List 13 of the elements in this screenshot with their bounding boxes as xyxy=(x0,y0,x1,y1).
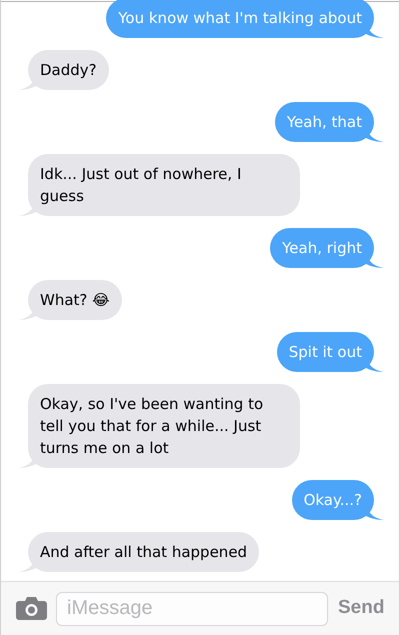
message-bubble: You know what I'm talking about xyxy=(106,0,374,38)
message-bubble: Okay, so I've been wanting to tell you that for a while... Just turns me on a lot xyxy=(28,384,300,468)
message-bubble: Yeah, right xyxy=(270,228,374,268)
message-bubble: And after all that happened xyxy=(28,532,260,572)
message-bubble: Daddy? xyxy=(28,50,109,90)
message-bubble: Okay...? xyxy=(292,480,374,520)
camera-icon[interactable] xyxy=(16,597,47,620)
message-bubble: Idk... Just out of nowhere, I guess xyxy=(28,154,300,216)
message-field[interactable]: iMessage xyxy=(56,592,328,626)
message-bubble: What? 😂 xyxy=(28,280,122,320)
send-button[interactable]: Send xyxy=(338,594,384,623)
message-bubble: Yeah, that xyxy=(274,102,374,142)
message-bubble: Spit it out xyxy=(276,332,374,372)
